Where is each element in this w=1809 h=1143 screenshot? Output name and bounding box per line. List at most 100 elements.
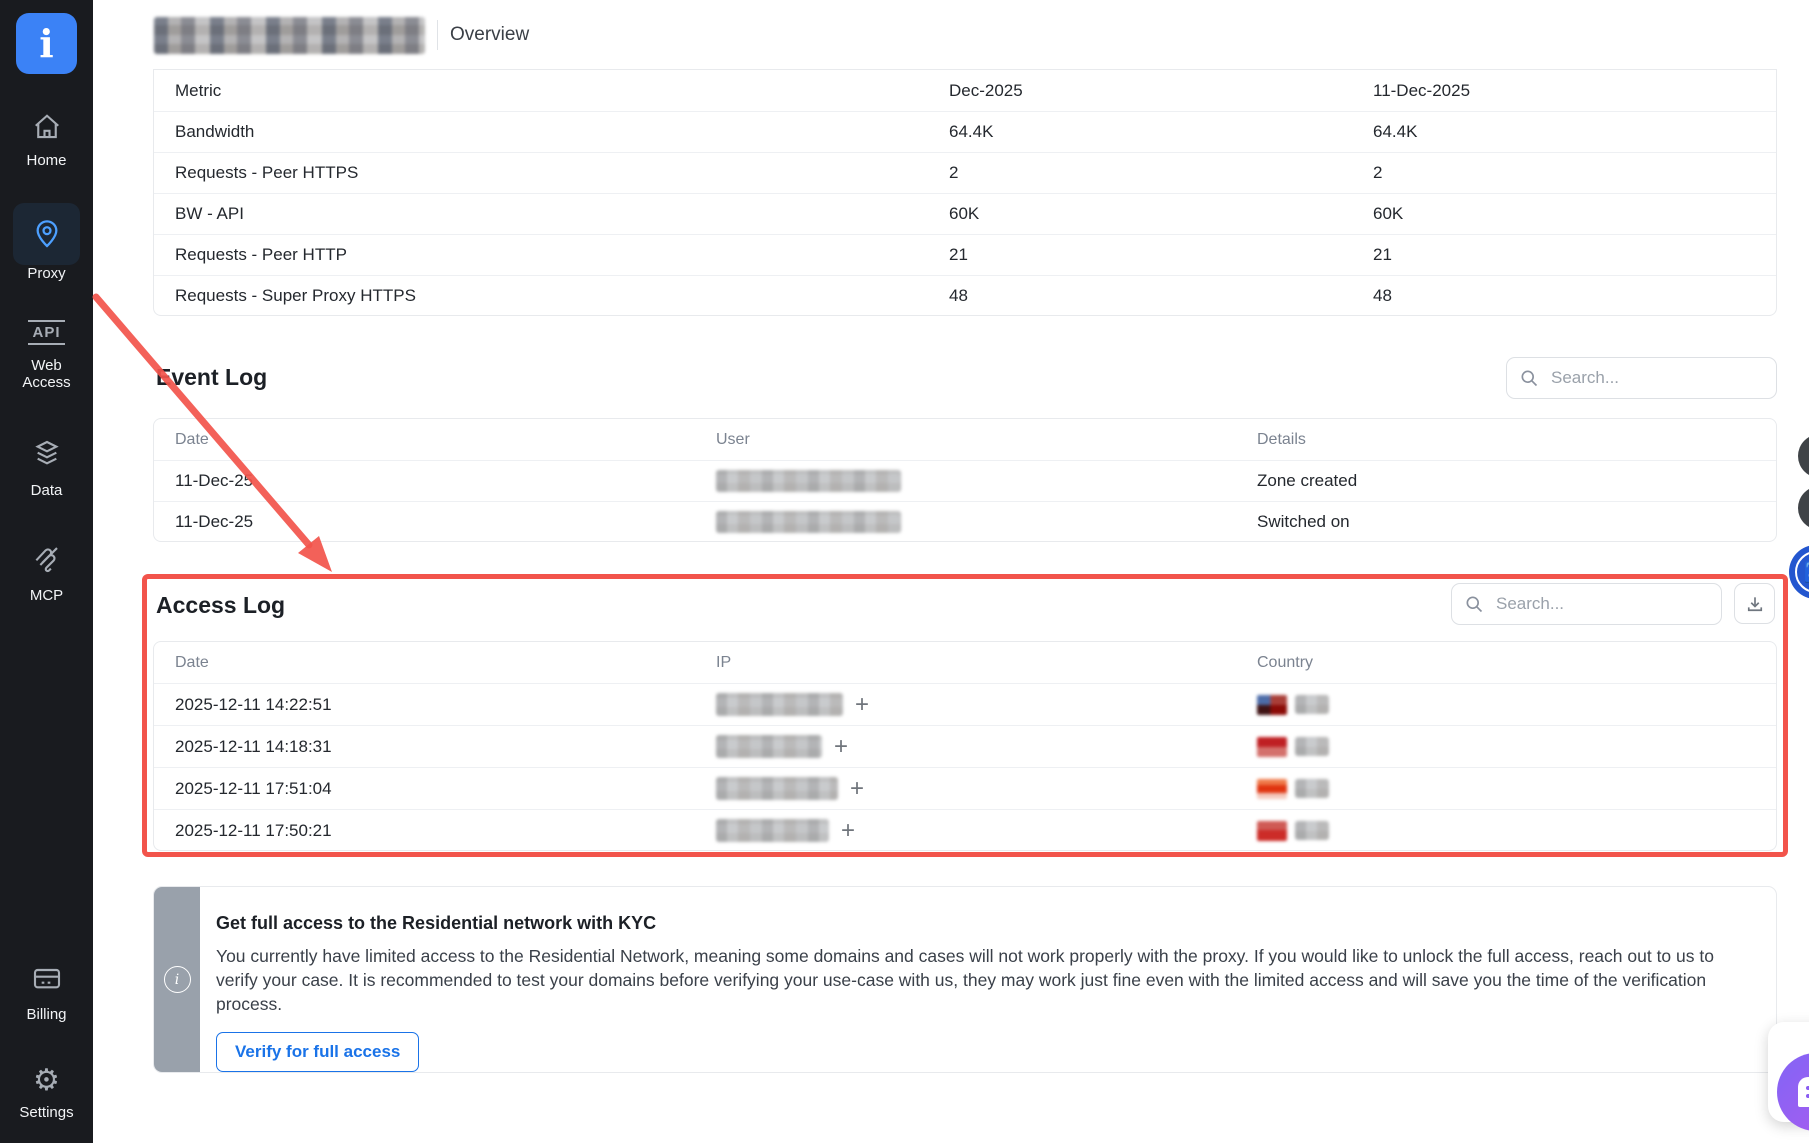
edge-widget-circle[interactable]: [1798, 434, 1809, 478]
app-root: i Home Proxy API Web Access: [0, 0, 1809, 1143]
api-icon: API: [28, 320, 64, 345]
metric-name: Requests - Peer HTTPS: [154, 163, 949, 183]
breadcrumb-divider: [437, 20, 438, 50]
expand-plus-icon[interactable]: +: [850, 777, 864, 801]
expand-plus-icon[interactable]: +: [855, 693, 869, 717]
logo-glyph: i: [39, 25, 53, 63]
verify-full-access-button[interactable]: Verify for full access: [216, 1032, 419, 1072]
metric-name: BW - API: [154, 204, 949, 224]
metrics-table: Metric Dec-2025 11-Dec-2025 Bandwidth 64…: [153, 69, 1777, 316]
info-icon: i: [164, 966, 191, 993]
metric-value: 2: [1373, 163, 1776, 183]
country-flag: [1257, 695, 1287, 715]
metric-name: Bandwidth: [154, 122, 949, 142]
table-row: Bandwidth 64.4K 64.4K: [154, 111, 1776, 152]
event-log-search[interactable]: [1506, 357, 1777, 399]
event-date: 11-Dec-25: [154, 512, 716, 532]
table-header-row: Metric Dec-2025 11-Dec-2025: [154, 70, 1776, 111]
event-log-table: Date User Details 11-Dec-25 Zone created…: [153, 418, 1777, 542]
home-icon: [32, 112, 62, 142]
layers-icon: [31, 438, 63, 470]
accessibility-widget[interactable]: ♿: [1789, 545, 1809, 599]
kyc-banner: i Get full access to the Residential net…: [153, 886, 1777, 1073]
table-row: 2025-12-11 17:51:04 +: [154, 767, 1776, 809]
metric-value: 21: [1373, 245, 1776, 265]
mcp-icon: [31, 543, 63, 575]
country-flag: [1257, 821, 1287, 841]
event-details: Switched on: [1257, 512, 1776, 532]
expand-plus-icon[interactable]: +: [834, 735, 848, 759]
search-icon: [1464, 594, 1484, 614]
sidebar-item-label: Proxy: [0, 265, 93, 282]
location-pin-icon: [31, 218, 63, 250]
column-header: Dec-2025: [949, 81, 1373, 101]
redacted-user: [716, 470, 901, 492]
gear-icon: ⚙: [33, 1064, 60, 1097]
table-header-row: Date User Details: [154, 419, 1776, 460]
metric-value: 2: [949, 163, 1373, 183]
event-log-title: Event Log: [156, 364, 267, 391]
event-date: 11-Dec-25: [154, 471, 716, 491]
column-header: Country: [1257, 654, 1776, 672]
access-log-table: Date IP Country 2025-12-11 14:22:51 + 20…: [153, 641, 1777, 851]
sidebar-item-web-access[interactable]: API Web Access: [0, 320, 93, 391]
redacted-zone-name: [154, 17, 425, 54]
metric-name: Requests - Peer HTTP: [154, 245, 949, 265]
brightdata-logo[interactable]: i: [16, 13, 77, 74]
country-flag: [1257, 779, 1287, 799]
metric-value: 64.4K: [949, 122, 1373, 142]
download-button[interactable]: [1734, 583, 1775, 624]
table-row: 2025-12-11 14:22:51 +: [154, 683, 1776, 725]
redacted-country: [1295, 821, 1329, 840]
access-log-search[interactable]: [1451, 583, 1722, 625]
redacted-country: [1295, 695, 1329, 714]
sidebar-item-proxy-label[interactable]: Proxy: [0, 265, 93, 282]
access-date: 2025-12-11 14:18:31: [154, 737, 716, 757]
search-icon: [1519, 368, 1539, 388]
search-input[interactable]: [1549, 367, 1733, 389]
redacted-country: [1295, 779, 1329, 798]
metric-value: 64.4K: [1373, 122, 1776, 142]
kyc-banner-strip: i: [154, 887, 200, 1072]
search-input[interactable]: [1494, 593, 1678, 615]
redacted-ip: [716, 777, 838, 800]
accessibility-icon: ♿: [1795, 551, 1809, 593]
edge-widget-circle[interactable]: [1798, 486, 1809, 530]
access-date: 2025-12-11 17:51:04: [154, 779, 716, 799]
table-row: Requests - Super Proxy HTTPS 48 48: [154, 275, 1776, 316]
redacted-ip: [716, 735, 822, 758]
redacted-user: [716, 511, 901, 533]
sidebar-item-label: Home: [0, 152, 93, 169]
metric-name: Requests - Super Proxy HTTPS: [154, 286, 949, 306]
download-icon: [1745, 594, 1765, 614]
sidebar-item-label: MCP: [0, 587, 93, 604]
metric-value: 48: [1373, 286, 1776, 306]
table-row: 11-Dec-25 Zone created: [154, 460, 1776, 501]
sidebar-item-settings[interactable]: ⚙ Settings: [0, 1066, 93, 1121]
sidebar-item-data[interactable]: Data: [0, 438, 93, 499]
column-header: 11-Dec-2025: [1373, 81, 1776, 101]
sidebar-item-label: Data: [0, 482, 93, 499]
sidebar-item-mcp[interactable]: MCP: [0, 543, 93, 604]
access-log-title: Access Log: [156, 592, 285, 619]
sidebar-item-label: Billing: [0, 1006, 93, 1023]
event-details: Zone created: [1257, 471, 1776, 491]
column-header: IP: [716, 654, 1257, 672]
table-row: Requests - Peer HTTP 21 21: [154, 234, 1776, 275]
metric-value: 60K: [1373, 204, 1776, 224]
sidebar-item-proxy[interactable]: [13, 203, 80, 265]
metric-value: 21: [949, 245, 1373, 265]
sidebar-item-billing[interactable]: Billing: [0, 962, 93, 1023]
table-header-row: Date IP Country: [154, 642, 1776, 683]
expand-plus-icon[interactable]: +: [841, 819, 855, 843]
sidebar-item-home[interactable]: Home: [0, 112, 93, 169]
table-row: 2025-12-11 17:50:21 +: [154, 809, 1776, 851]
table-row: 2025-12-11 14:18:31 +: [154, 725, 1776, 767]
credit-card-icon: [31, 962, 63, 994]
sidebar-item-label: Web Access: [0, 357, 93, 391]
column-header: Date: [154, 654, 716, 672]
kyc-text: You currently have limited access to the…: [216, 944, 1752, 1016]
redacted-country: [1295, 737, 1329, 756]
column-header: Metric: [154, 81, 949, 101]
access-date: 2025-12-11 14:22:51: [154, 695, 716, 715]
